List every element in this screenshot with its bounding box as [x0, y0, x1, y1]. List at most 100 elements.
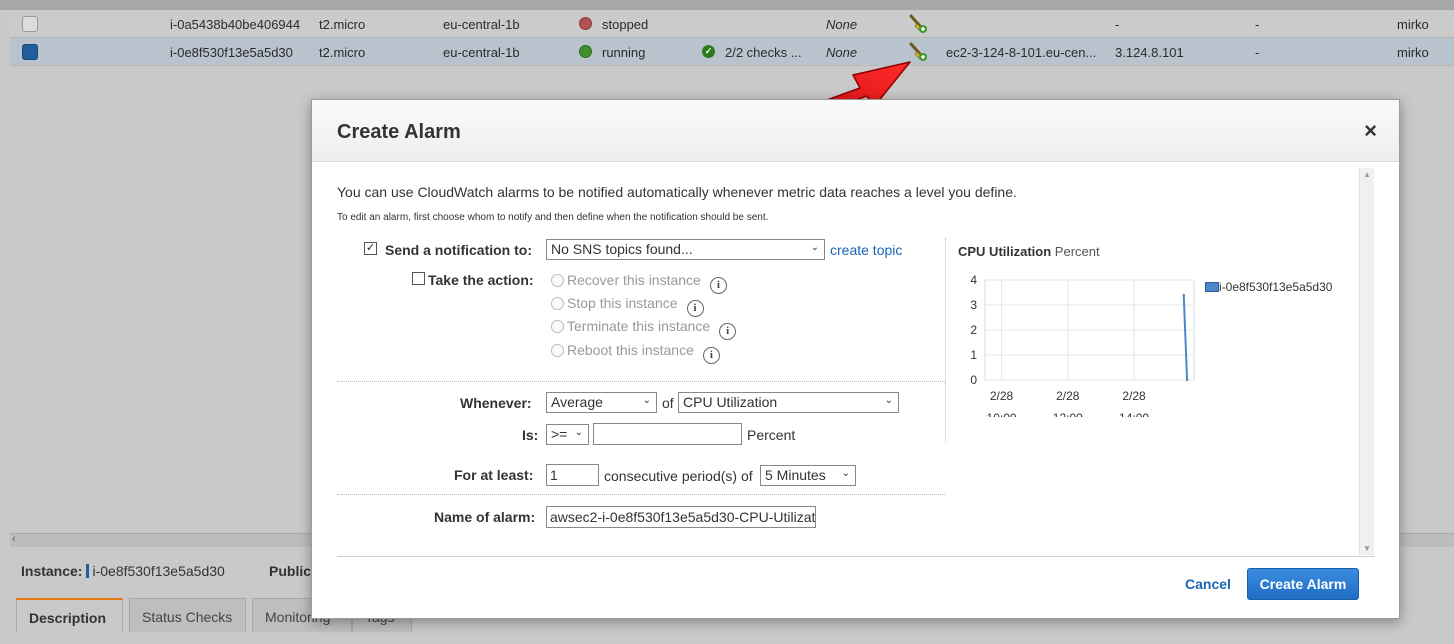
periods-text: consecutive period(s) of	[604, 468, 753, 484]
period-duration-select[interactable]: 5 Minutes ⌄	[760, 465, 856, 486]
dialog-intro: You can use CloudWatch alarms to be noti…	[337, 184, 1017, 200]
for-at-least-label: For at least:	[454, 467, 534, 483]
radio-button[interactable]	[551, 320, 564, 333]
alarm-name-label: Name of alarm:	[434, 509, 536, 525]
dialog-intro-hint: To edit an alarm, first choose whom to n…	[337, 212, 769, 223]
key-name: mirko	[1397, 45, 1429, 60]
sns-topic-select[interactable]: No SNS topics found... ⌄	[546, 239, 825, 260]
send-notification-label: Send a notification to:	[385, 242, 532, 258]
radio-button[interactable]	[551, 274, 564, 287]
series-point	[1182, 293, 1185, 297]
x-tick-time: 10:00	[987, 411, 1017, 417]
info-icon[interactable]: i	[702, 347, 720, 364]
table-row[interactable]: i-0e8f530f13e5a5d30 t2.micro eu-central-…	[10, 38, 1454, 66]
x-tick-date: 2/28	[1122, 389, 1146, 403]
x-tick-date: 2/28	[1056, 389, 1080, 403]
chart-unit: Percent	[1054, 244, 1100, 259]
scroll-left-icon[interactable]: ‹	[12, 533, 16, 545]
row-checkbox[interactable]	[22, 44, 38, 60]
close-icon[interactable]: ×	[1364, 120, 1377, 142]
instance-value: i-0e8f530f13e5a5d30	[92, 563, 225, 579]
instance-state: stopped	[602, 17, 649, 32]
action-option-stop[interactable]: Stop this instance i	[551, 295, 704, 317]
row-checkbox[interactable]	[22, 16, 38, 32]
cpu-utilization-chart: 4 3 2 1 0 2/28 10:00 2/28 12:00 2/28 14:00	[970, 273, 1195, 417]
instance-type: t2.micro	[319, 17, 366, 32]
y-tick-label: 2	[970, 323, 977, 337]
public-label: Public	[269, 563, 312, 579]
instance-summary: Instance: i-0e8f530f13e5a5d30	[21, 563, 225, 579]
scroll-up-icon[interactable]: ▲	[1363, 170, 1371, 179]
radio-button[interactable]	[551, 344, 564, 357]
table-row[interactable]: i-0a5438b40be406944 t2.micro eu-central-…	[10, 10, 1454, 38]
dialog-scrollbar[interactable]: ▲ ▼	[1359, 168, 1374, 555]
is-label: Is:	[522, 427, 539, 443]
legend-label: i-0e8f530f13e5a5d30	[1219, 280, 1333, 294]
threshold-unit: Percent	[747, 427, 796, 443]
public-ip: 3.124.8.101	[1115, 45, 1184, 60]
take-action-label: Take the action:	[428, 272, 534, 288]
take-action-checkbox[interactable]	[412, 272, 425, 285]
chart-legend: i-0e8f530f13e5a5d30	[1205, 279, 1332, 294]
chart-title-text: CPU Utilization	[958, 244, 1052, 259]
action-option-recover[interactable]: Recover this instance i	[551, 272, 727, 294]
info-icon[interactable]: i	[719, 323, 737, 340]
instance-id: i-0a5438b40be406944	[170, 17, 301, 32]
info-icon[interactable]: i	[686, 300, 704, 317]
create-alarm-button[interactable]: Create Alarm	[1247, 568, 1359, 600]
statistic-value: Average	[551, 394, 603, 410]
tab-status-checks[interactable]: Status Checks	[129, 598, 246, 632]
period-duration-value: 5 Minutes	[765, 467, 826, 483]
chevron-down-icon: ⌄	[810, 242, 819, 253]
chevron-down-icon: ⌄	[841, 468, 850, 479]
radio-button[interactable]	[551, 297, 564, 310]
send-notification-checkbox[interactable]: ✓	[364, 242, 377, 255]
availability-zone: eu-central-1b	[443, 45, 520, 60]
statistic-select[interactable]: Average ⌄	[546, 392, 657, 413]
chart-title: CPU Utilization Percent	[958, 244, 1100, 259]
metric-select[interactable]: CPU Utilization ⌄	[678, 392, 899, 413]
create-topic-link[interactable]: create topic	[830, 242, 902, 258]
y-tick-label: 0	[970, 373, 977, 387]
legend-swatch	[1205, 282, 1219, 292]
create-alarm-icon[interactable]	[908, 14, 928, 34]
x-tick-date: 2/28	[990, 389, 1014, 403]
y-tick-label: 1	[970, 348, 977, 362]
action-option-terminate[interactable]: Terminate this instance i	[551, 318, 737, 340]
dialog-header: Create Alarm ×	[312, 100, 1399, 162]
instance-id: i-0e8f530f13e5a5d30	[170, 45, 293, 60]
alarm-name-input[interactable]: awsec2-i-0e8f530f13e5a5d30-CPU-Utilizat	[546, 506, 816, 528]
divider	[337, 494, 945, 495]
chevron-down-icon: ⌄	[884, 395, 893, 406]
operator-select[interactable]: >= ⌄	[546, 424, 589, 445]
ipv6: -	[1255, 45, 1260, 60]
divider	[945, 238, 946, 442]
ipv6: -	[1255, 17, 1260, 32]
cancel-button[interactable]: Cancel	[1185, 576, 1231, 592]
instance-type: t2.micro	[319, 45, 366, 60]
stopped-status-icon	[579, 17, 592, 30]
x-tick-time: 14:00	[1119, 411, 1149, 417]
public-dns: -	[1115, 17, 1120, 32]
footer-divider	[337, 556, 1374, 557]
chevron-down-icon: ⌄	[574, 427, 583, 438]
checks-passed-icon: ✓	[702, 45, 715, 58]
y-tick-label: 3	[970, 298, 977, 312]
tab-description[interactable]: Description	[16, 598, 123, 632]
scroll-down-icon[interactable]: ▼	[1363, 544, 1371, 553]
action-option-reboot[interactable]: Reboot this instance i	[551, 342, 720, 364]
periods-input[interactable]: 1	[546, 464, 599, 486]
threshold-input[interactable]	[593, 423, 742, 445]
chevron-down-icon: ⌄	[642, 395, 651, 406]
option-label: Stop this instance	[567, 295, 678, 311]
metric-value: CPU Utilization	[683, 394, 778, 410]
option-label: Reboot this instance	[567, 342, 694, 358]
series-point	[1185, 378, 1189, 382]
sns-topic-value: No SNS topics found...	[551, 241, 693, 257]
public-dns: ec2-3-124-8-101.eu-cen...	[946, 45, 1097, 60]
option-label: Terminate this instance	[567, 318, 711, 334]
running-status-icon	[579, 45, 592, 58]
operator-value: >=	[551, 426, 568, 442]
info-icon[interactable]: i	[709, 277, 727, 294]
option-label: Recover this instance	[567, 272, 701, 288]
